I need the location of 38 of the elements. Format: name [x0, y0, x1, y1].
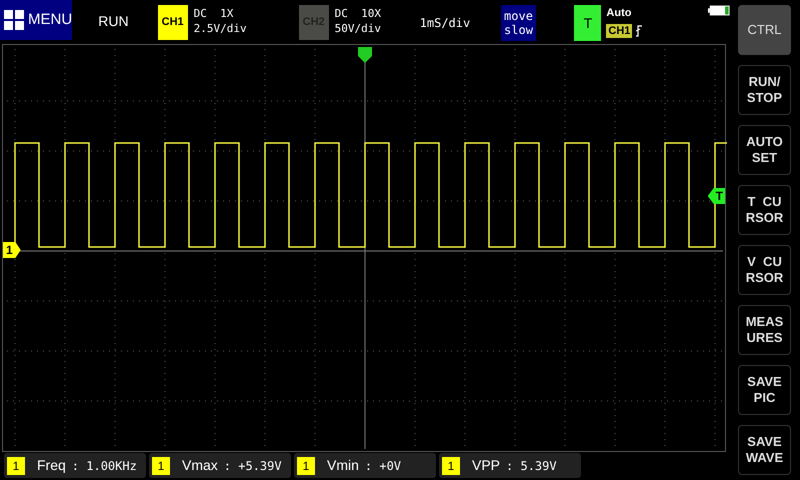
sidebar-button[interactable]: AUTO SET — [738, 125, 791, 175]
battery-icon — [708, 5, 730, 16]
measurement-value: : 1.00KHz — [72, 458, 137, 474]
rising-edge-icon — [636, 25, 642, 37]
trigger-source: CH1 — [606, 24, 632, 38]
sidebar-button[interactable]: CTRL — [738, 5, 791, 55]
channel-coupling: DC 10X — [334, 6, 382, 21]
sidebar-button[interactable]: SAVE PIC — [738, 365, 791, 415]
channel-badge: 1 — [7, 456, 25, 474]
measurement-value: : +5.39V — [224, 458, 282, 474]
sidebar-button[interactable]: MEAS URES — [738, 305, 791, 355]
measurement-name: Vmin — [327, 456, 359, 475]
trigger-button[interactable]: T — [574, 5, 602, 41]
sidebar-button[interactable]: V CU RSOR — [738, 245, 791, 295]
timebase: 1mS/div — [420, 15, 472, 32]
channel-marker: 1 — [3, 242, 21, 258]
channel-coupling: DC 1X — [194, 6, 234, 21]
measurement-value: : 5.39V — [506, 458, 557, 474]
sidebar-button[interactable]: T CU RSOR — [738, 185, 791, 235]
menu-button[interactable]: MENU — [0, 0, 72, 40]
measurement-value: : +0V — [364, 458, 402, 474]
channel-button[interactable]: CH1 — [158, 5, 188, 40]
channel-scale: 50V/div — [334, 21, 382, 36]
sidebar-button[interactable]: SAVE WAVE — [738, 425, 791, 475]
trigger-position-icon — [358, 47, 372, 63]
grid-icon — [4, 10, 24, 30]
measurement-name: VPP — [472, 456, 500, 475]
move-speed-button[interactable]: move slow — [500, 5, 536, 41]
trigger-level-marker: T — [708, 188, 725, 204]
trigger-mode: Auto — [606, 6, 632, 20]
channel-badge: 1 — [442, 456, 460, 474]
sidebar-button[interactable]: RUN/ STOP — [738, 65, 791, 115]
channel-badge: 1 — [152, 456, 170, 474]
channel-badge: 1 — [297, 456, 315, 474]
measurement-name: Vmax — [182, 456, 218, 475]
measurement-name: Freq — [37, 456, 66, 475]
channel-scale: 2.5V/div — [194, 21, 248, 36]
run-status: RUN — [98, 12, 129, 31]
